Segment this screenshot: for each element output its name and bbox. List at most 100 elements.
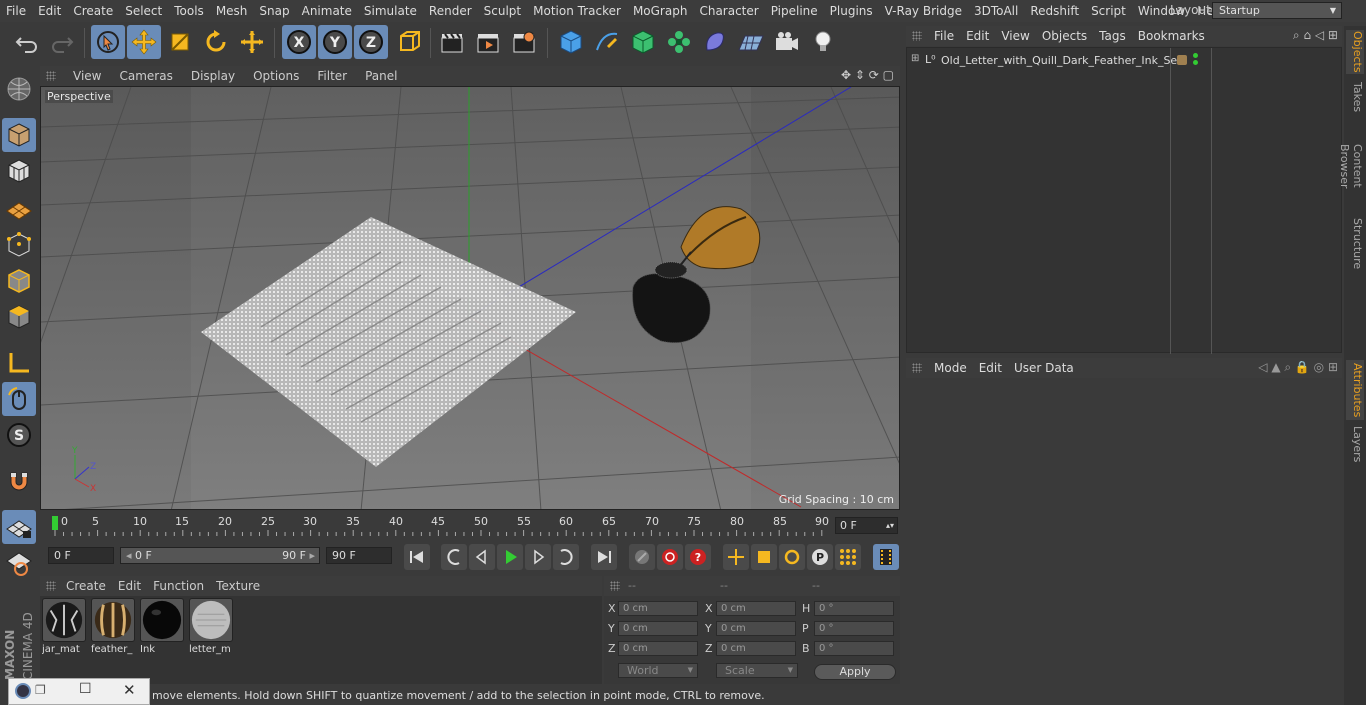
menu-character[interactable]: Character (693, 4, 764, 18)
spline-pen-button[interactable] (590, 25, 624, 59)
maximize-icon[interactable]: ☐ (79, 681, 92, 697)
key-scale-button[interactable] (751, 544, 777, 570)
rotate-tool-button[interactable] (199, 25, 233, 59)
menu-animate[interactable]: Animate (296, 4, 358, 18)
next-frame-button[interactable] (525, 544, 551, 570)
end-frame-field[interactable]: 90 F (326, 547, 392, 564)
render-to-picture-viewer-button[interactable] (471, 25, 505, 59)
size-z-field[interactable]: 0 cm (716, 641, 796, 656)
viewport-menu-display[interactable]: Display (182, 69, 244, 83)
rotation-p-field[interactable]: 0 ° (814, 621, 894, 636)
panel-grip-icon[interactable] (46, 71, 56, 81)
points-mode-button[interactable] (2, 228, 36, 262)
objects-menu-file[interactable]: File (928, 29, 960, 43)
material-menu-edit[interactable]: Edit (112, 579, 147, 593)
tweak-mode-button[interactable] (2, 382, 36, 416)
viewport-menu-filter[interactable]: Filter (308, 69, 356, 83)
render-visibility-dot[interactable] (1193, 60, 1198, 65)
objects-menu-edit[interactable]: Edit (960, 29, 995, 43)
timeline-window-button[interactable] (873, 544, 899, 570)
workplane-mode-button[interactable] (2, 190, 36, 224)
cube-primitive-button[interactable] (554, 25, 588, 59)
render-view-button[interactable] (435, 25, 469, 59)
locked-workplane-button[interactable] (2, 546, 36, 580)
tab-content-browser[interactable]: Content Browser (1338, 122, 1364, 210)
perspective-viewport[interactable]: Y Z X Perspective Grid Spacing : 10 cm (40, 86, 900, 510)
rotation-b-field[interactable]: 0 ° (814, 641, 894, 656)
layer-tag-icon[interactable] (1177, 55, 1187, 65)
timeline-ruler[interactable]: 0 5 10 15 20 25 30 35 40 45 50 55 60 65 … (40, 512, 900, 538)
transform-mode-dropdown[interactable]: Scale ▼ (716, 663, 798, 678)
autokeying-button[interactable] (657, 544, 683, 570)
viewport-nav-icons[interactable]: ✥ ⇕ ⟳ ▢ (841, 68, 894, 82)
material-swatch[interactable]: Ink (140, 598, 186, 656)
tab-structure[interactable]: Structure (1346, 218, 1364, 270)
tab-layers[interactable]: Layers (1346, 426, 1364, 462)
panel-grip-icon[interactable] (912, 363, 922, 373)
live-selection-button[interactable] (91, 25, 125, 59)
attributes-menu-user-data[interactable]: User Data (1008, 361, 1080, 375)
edges-mode-button[interactable] (2, 264, 36, 298)
record-active-objects-button[interactable] (629, 544, 655, 570)
size-y-field[interactable]: 0 cm (716, 621, 796, 636)
attribute-manager-tools[interactable]: ◁ ▲ ⌕ 🔒 ◎ ⊞ (1258, 360, 1338, 375)
position-x-field[interactable]: 0 cm (618, 601, 698, 616)
make-editable-button[interactable] (2, 72, 36, 106)
panel-grip-icon[interactable] (46, 581, 56, 591)
keyframe-selection-button[interactable]: ? (685, 544, 711, 570)
light-object-button[interactable] (806, 25, 840, 59)
layout-dropdown[interactable]: Startup ▼ (1212, 2, 1342, 19)
goto-start-button[interactable] (404, 544, 430, 570)
cinema4d-app-icon[interactable] (15, 683, 31, 699)
goto-end-button[interactable] (591, 544, 617, 570)
start-frame-field[interactable]: 0 F (48, 547, 114, 564)
menu-create[interactable]: Create (67, 4, 119, 18)
position-z-field[interactable]: 0 cm (618, 641, 698, 656)
menu-sculpt[interactable]: Sculpt (478, 4, 527, 18)
menu-edit[interactable]: Edit (32, 4, 67, 18)
subdivision-surface-button[interactable] (626, 25, 660, 59)
workplane-lock-button[interactable] (2, 510, 36, 544)
menu-simulate[interactable]: Simulate (358, 4, 423, 18)
next-key-button[interactable] (553, 544, 579, 570)
restore-icon[interactable]: ❐ (35, 683, 46, 697)
current-frame-field[interactable]: 0 F ▴▾ (835, 517, 898, 534)
tab-objects[interactable]: Objects (1346, 30, 1364, 74)
attributes-menu-mode[interactable]: Mode (928, 361, 973, 375)
material-swatch[interactable]: feather_ (91, 598, 137, 656)
panel-grip-icon[interactable] (912, 31, 922, 41)
play-button[interactable] (497, 544, 523, 570)
material-menu-create[interactable]: Create (60, 579, 112, 593)
key-pla-button[interactable] (835, 544, 861, 570)
material-menu-texture[interactable]: Texture (210, 579, 266, 593)
menu-select[interactable]: Select (119, 4, 168, 18)
coordinate-system-button[interactable] (392, 25, 426, 59)
position-y-field[interactable]: 0 cm (618, 621, 698, 636)
attributes-menu-edit[interactable]: Edit (973, 361, 1008, 375)
rotation-h-field[interactable]: 0 ° (814, 601, 894, 616)
object-manager-tools[interactable]: ⌕ ⌂ ◁ ⊞ (1293, 28, 1338, 43)
snap-toggle-button[interactable] (2, 464, 36, 498)
menu-mograph[interactable]: MoGraph (627, 4, 694, 18)
frame-range-slider[interactable]: ◂ 0 F 90 F ▸ (120, 547, 320, 564)
menu-mesh[interactable]: Mesh (210, 4, 254, 18)
move-tool-button[interactable] (127, 25, 161, 59)
menu-plugins[interactable]: Plugins (824, 4, 879, 18)
redo-button[interactable] (45, 25, 79, 59)
menu-motion-tracker[interactable]: Motion Tracker (527, 4, 627, 18)
render-settings-button[interactable] (507, 25, 541, 59)
menu-vray-bridge[interactable]: V-Ray Bridge (879, 4, 968, 18)
menu-script[interactable]: Script (1085, 4, 1132, 18)
camera-object-button[interactable] (770, 25, 804, 59)
recent-tool-button[interactable] (235, 25, 269, 59)
previous-key-button[interactable] (441, 544, 467, 570)
size-x-field[interactable]: 0 cm (716, 601, 796, 616)
object-row[interactable]: ⊞ L⁰ Old_Letter_with_Quill_Dark_Feather_… (909, 53, 1339, 69)
key-rotation-button[interactable] (779, 544, 805, 570)
apply-button[interactable]: Apply (814, 664, 896, 680)
y-axis-lock-button[interactable]: Y (318, 25, 352, 59)
scale-tool-button[interactable] (163, 25, 197, 59)
array-cloner-button[interactable] (662, 25, 696, 59)
axis-mode-button[interactable] (2, 346, 36, 380)
viewport-menu-options[interactable]: Options (244, 69, 308, 83)
